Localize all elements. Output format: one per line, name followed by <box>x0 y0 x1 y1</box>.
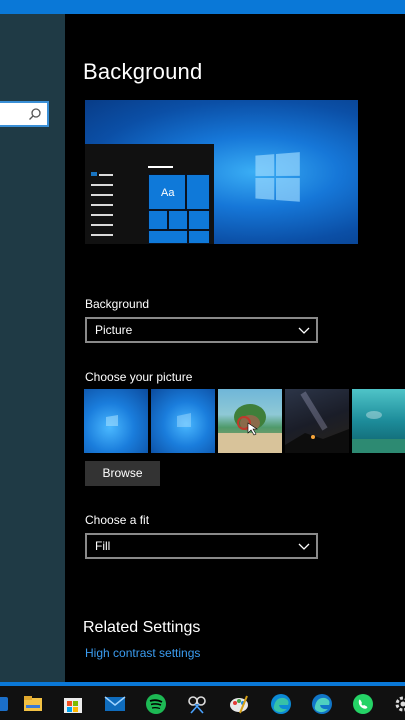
snipping-tool-icon[interactable] <box>186 693 208 715</box>
page-title: Background <box>83 59 203 84</box>
partial-app-icon[interactable] <box>0 693 16 715</box>
windows-logo-icon <box>255 152 300 204</box>
windows-logo-icon <box>106 415 118 426</box>
edge-beta-icon[interactable] <box>311 693 333 715</box>
window-top-bar <box>0 0 405 14</box>
preview-window: Aa <box>85 144 214 244</box>
thumbnail-windows-blue-2[interactable] <box>151 389 215 453</box>
whatsapp-icon[interactable] <box>352 693 374 715</box>
background-label: Background <box>85 297 150 311</box>
search-input[interactable] <box>0 101 49 127</box>
choose-picture-label: Choose your picture <box>85 370 193 384</box>
lake-rock-scene <box>218 404 282 453</box>
settings-icon[interactable] <box>392 693 405 715</box>
high-contrast-link[interactable]: High contrast settings <box>85 646 200 660</box>
mail-icon[interactable] <box>104 693 126 715</box>
background-dropdown-value: Picture <box>95 323 133 337</box>
fit-dropdown-value: Fill <box>95 539 111 553</box>
fit-dropdown[interactable]: Fill <box>85 533 318 559</box>
background-dropdown[interactable]: Picture <box>85 317 318 343</box>
picture-thumbnails <box>84 389 405 453</box>
file-explorer-icon[interactable] <box>22 693 44 715</box>
background-preview: Aa <box>85 100 358 244</box>
search-icon <box>29 108 41 120</box>
preview-tile-label: Aa <box>161 187 175 199</box>
chevron-down-icon <box>298 543 310 550</box>
choose-fit-label: Choose a fit <box>85 513 150 527</box>
paint-icon[interactable] <box>228 693 250 715</box>
thumbnail-windows-blue-1[interactable] <box>84 389 148 453</box>
underwater-scene <box>352 411 405 453</box>
taskbar <box>0 686 405 720</box>
windows-logo-icon <box>177 413 191 427</box>
thumbnail-underwater-turquoise[interactable] <box>352 389 405 453</box>
night-sky-scene <box>285 391 349 453</box>
thumbnail-lake-rock-island[interactable] <box>218 389 282 453</box>
chevron-down-icon <box>298 327 310 334</box>
browse-button[interactable]: Browse <box>85 461 160 486</box>
related-settings-heading: Related Settings <box>83 619 201 636</box>
spotify-icon[interactable] <box>145 693 167 715</box>
edge-icon[interactable] <box>270 693 292 715</box>
store-icon[interactable] <box>62 693 84 715</box>
preview-tile: Aa <box>148 174 186 210</box>
thumbnail-night-sky[interactable] <box>285 389 349 453</box>
